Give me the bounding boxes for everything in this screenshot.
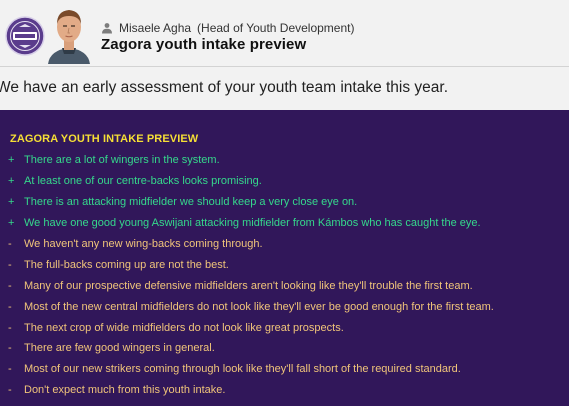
plus-marker: +	[8, 196, 15, 209]
list-item-text: Don't expect much from this youth intake…	[24, 384, 226, 397]
list-item: - Don't expect much from this youth intak…	[8, 380, 568, 401]
list-item-text: There is an attacking midfielder we shou…	[24, 196, 358, 209]
list-item-text: The next crop of wide midfielders do not…	[24, 321, 344, 334]
intro-text: We have an early assessment of your yout…	[0, 79, 449, 96]
minus-marker: -	[8, 384, 12, 397]
minus-marker: -	[8, 321, 12, 334]
plus-marker: +	[8, 154, 15, 167]
minus-marker: -	[8, 238, 12, 250]
list-item-text: Most of our new strikers coming through …	[24, 363, 461, 376]
minus-marker: -	[8, 258, 12, 271]
minus-marker: -	[8, 279, 12, 292]
list-item-text: We haven't any new wing-backs coming thr…	[24, 238, 263, 250]
list-item-text: Many of our prospective defensive midfie…	[24, 279, 473, 292]
person-icon	[101, 22, 113, 34]
plus-marker: +	[8, 175, 15, 188]
sender-row: Misaele Agha (Head of Youth Development)	[101, 20, 354, 36]
list-item: - Most of our new strikers coming through…	[8, 359, 568, 380]
minus-marker: -	[8, 363, 12, 376]
divider	[0, 66, 569, 67]
message-header: Misaele Agha (Head of Youth Development)…	[0, 0, 569, 66]
sender-role: (Head of Youth Development)	[197, 21, 355, 35]
list-item: - Many of our prospective defensive midfi…	[8, 275, 568, 296]
list-item: - There are few good wingers in general.	[8, 338, 568, 359]
club-crest-icon[interactable]	[5, 16, 45, 56]
sender-name[interactable]: Misaele Agha	[119, 21, 191, 35]
list-item: - The full-backs coming up are not the be…	[8, 254, 568, 275]
minus-marker: -	[8, 342, 12, 355]
intake-report-panel: ZAGORA YOUTH INTAKE PREVIEW + There are a…	[0, 110, 569, 406]
list-item-text: There are few good wingers in general.	[24, 342, 215, 355]
list-item: - The next crop of wide midfielders do no…	[8, 317, 568, 338]
list-item-text: Most of the new central midfielders do n…	[24, 300, 494, 313]
list-item: - We haven't any new wing-backs coming th…	[8, 234, 568, 255]
list-item: + There is an attacking midfielder we sho…	[8, 192, 568, 213]
list-item-text: The full-backs coming up are not the bes…	[24, 258, 229, 271]
list-item-text: We have one good young Aswijani attackin…	[24, 217, 481, 230]
list-item: - Most of the new central midfielders do …	[8, 296, 568, 317]
list-item-text: There are a lot of wingers in the system…	[24, 154, 220, 167]
avatar[interactable]	[46, 2, 92, 64]
list-item: + There are a lot of wingers in the syste…	[8, 150, 568, 171]
list-item: + At least one of our centre-backs looks …	[8, 171, 568, 192]
plus-marker: +	[8, 217, 15, 230]
report-heading: ZAGORA YOUTH INTAKE PREVIEW	[10, 133, 199, 145]
list-item: + We have one good young Aswijani attacki…	[8, 213, 568, 234]
minus-marker: -	[8, 300, 12, 313]
report-list: + There are a lot of wingers in the syste…	[8, 150, 568, 401]
list-item-text: At least one of our centre-backs looks p…	[24, 175, 262, 188]
page-title: Zagora youth intake preview	[101, 36, 307, 53]
